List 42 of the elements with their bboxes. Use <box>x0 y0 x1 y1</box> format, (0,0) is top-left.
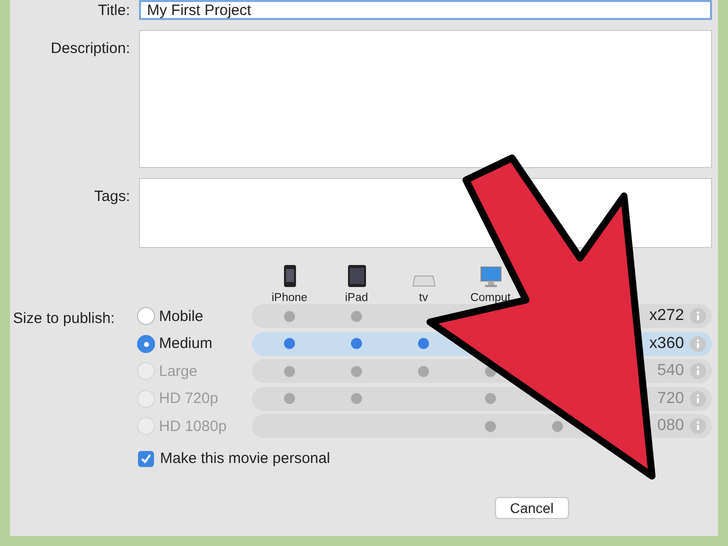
field-label: Description: <box>50 39 130 59</box>
info-icon[interactable] <box>690 390 706 406</box>
text-field[interactable] <box>139 30 712 168</box>
support-dot <box>351 310 362 322</box>
device-label: iPhone <box>272 292 308 304</box>
field-label: Tags: <box>93 187 130 207</box>
support-dot <box>418 338 429 349</box>
support-dot <box>284 393 295 404</box>
support-dot <box>284 366 295 376</box>
tablet-icon <box>346 264 366 288</box>
device-label: Comput <box>470 292 511 304</box>
checkbox-label: Make this movie personal <box>160 450 330 467</box>
device-label: tv <box>419 292 428 304</box>
info-icon[interactable] <box>690 418 706 434</box>
info-icon[interactable] <box>690 363 706 379</box>
support-dot <box>284 310 295 322</box>
personal-checkbox[interactable] <box>138 450 154 466</box>
resolution-text: 080 <box>657 417 684 435</box>
info-icon[interactable] <box>690 308 706 324</box>
resolution-text: 540 <box>657 362 684 380</box>
monitor-icon <box>480 266 502 288</box>
phone-icon <box>282 264 296 288</box>
field-label: Title: <box>97 1 130 20</box>
resolution-text: x272 <box>649 307 684 325</box>
support-dot <box>418 366 429 376</box>
support-dot <box>552 420 563 432</box>
text-field[interactable]: My First Project <box>139 0 712 20</box>
device-label: iPad <box>344 292 368 304</box>
size-radio[interactable]: Medium <box>130 334 252 352</box>
resolution-text: 720 <box>657 390 684 408</box>
support-dot <box>284 338 295 349</box>
support-dot <box>351 393 362 404</box>
cancel-button[interactable]: Cancel <box>495 497 569 519</box>
info-icon[interactable] <box>690 336 706 352</box>
size-label: Size to publish: <box>13 310 115 327</box>
support-dot <box>485 420 496 432</box>
size-radio[interactable]: Mobile <box>130 307 252 325</box>
support-dot <box>351 366 362 376</box>
support-dot <box>351 338 362 349</box>
resolution-text: x360 <box>649 334 684 352</box>
support-dot <box>485 393 496 404</box>
tv-box-icon <box>412 274 436 288</box>
